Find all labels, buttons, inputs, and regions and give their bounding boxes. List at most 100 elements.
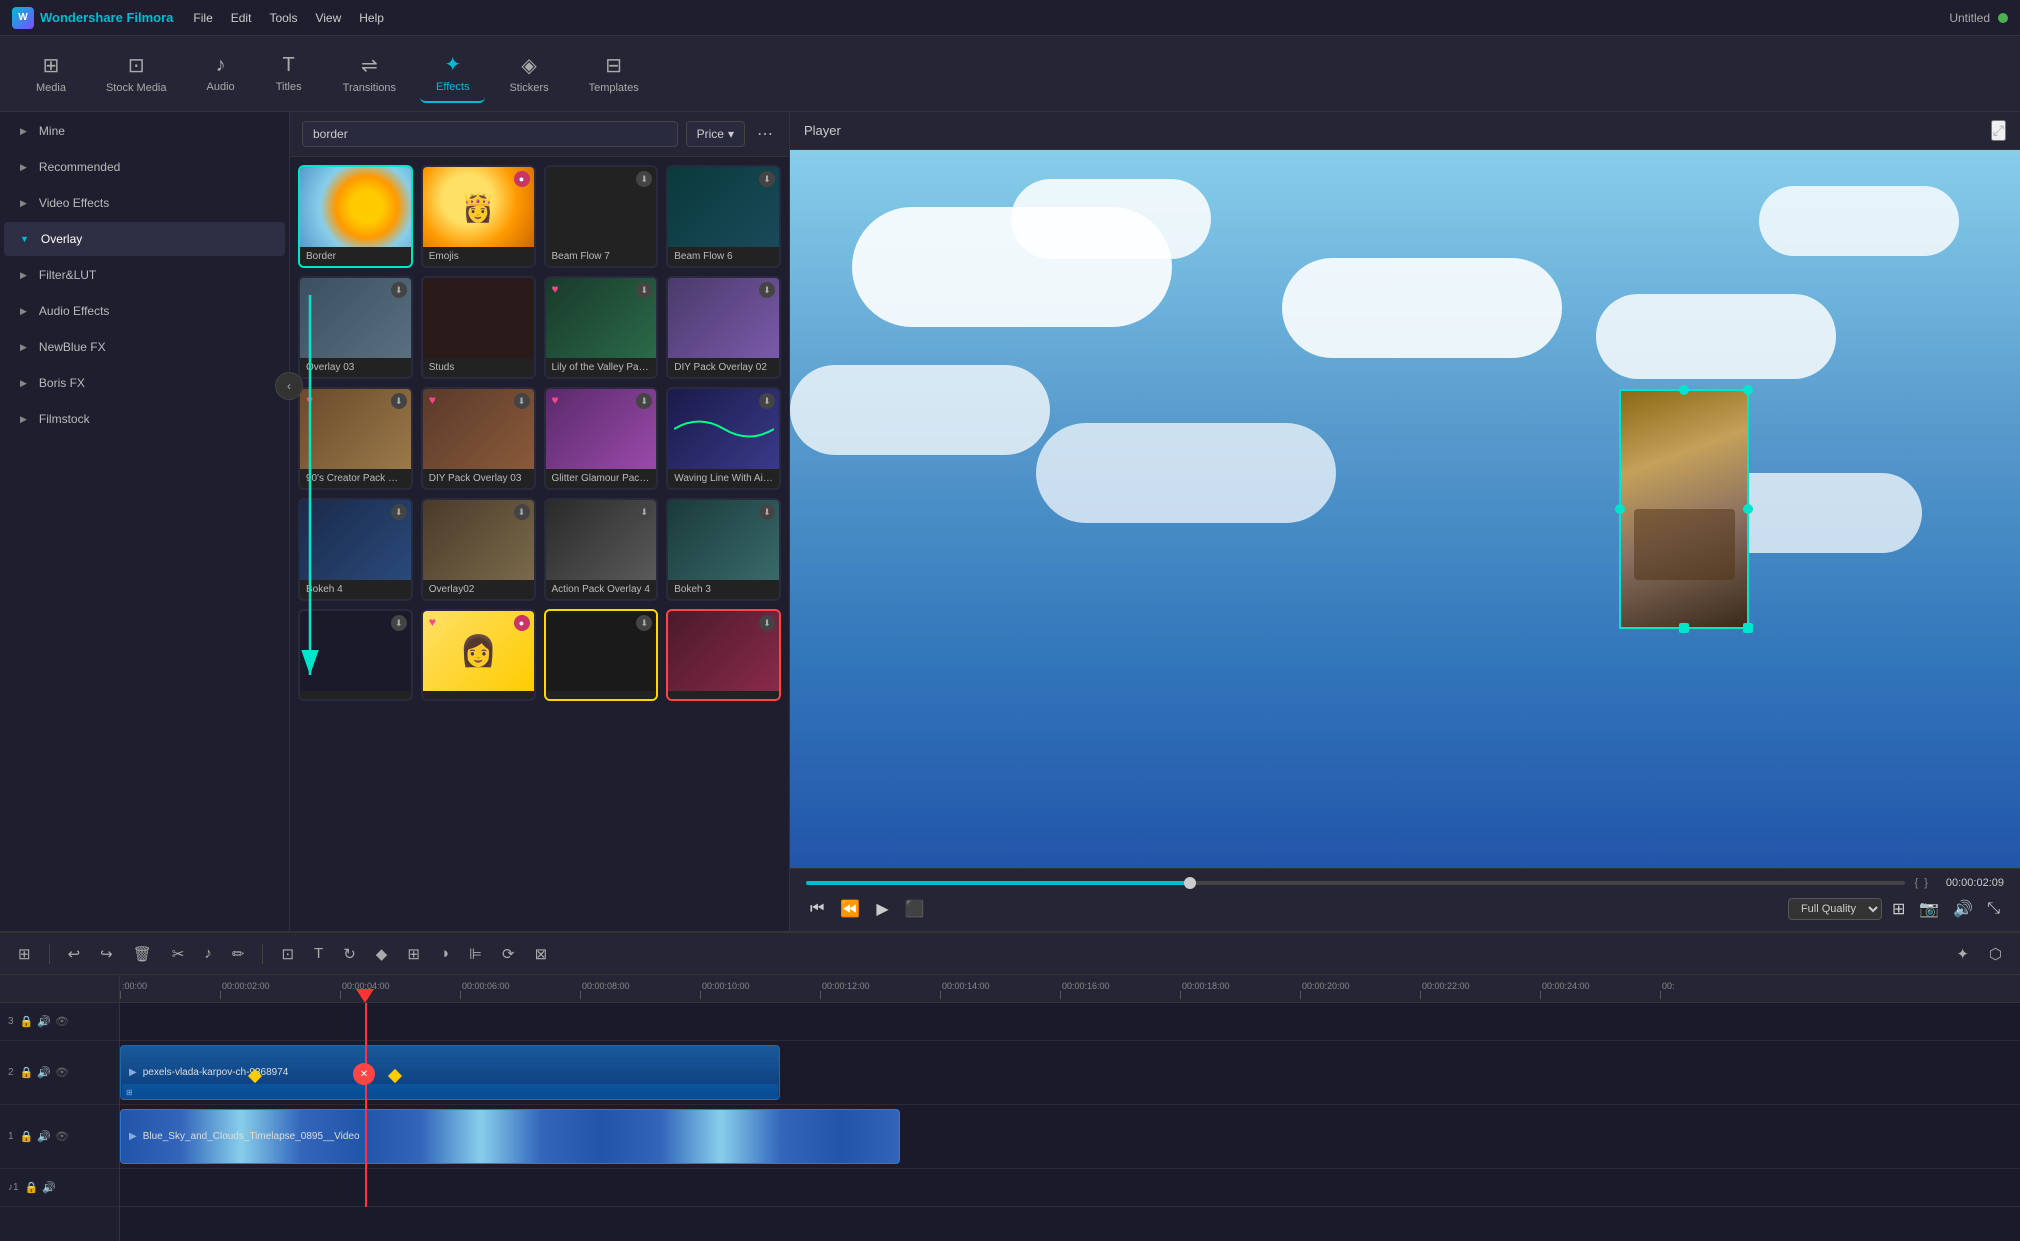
effect-card-pink[interactable]: ⬇ bbox=[666, 609, 781, 701]
effect-card-border[interactable]: Border bbox=[298, 165, 413, 268]
undo-button[interactable]: ↩ bbox=[62, 941, 87, 967]
sidebar-item-recommended[interactable]: ▶ Recommended bbox=[4, 150, 285, 184]
effect-card-emojis[interactable]: 👸 ● Emojis bbox=[421, 165, 536, 268]
effect-card-diy3[interactable]: ♥ ⬇ DIY Pack Overlay 03 bbox=[421, 387, 536, 490]
color-button[interactable]: ◑ bbox=[434, 941, 455, 966]
play-button[interactable]: ▶ bbox=[872, 895, 892, 923]
handle-bottom-center[interactable] bbox=[1679, 623, 1689, 633]
playhead[interactable]: ✕ bbox=[365, 1003, 367, 1207]
sidebar-item-mine[interactable]: ▶ Mine bbox=[4, 114, 285, 148]
track3-mute-button[interactable]: 🔊 bbox=[37, 1015, 51, 1028]
rotate-button[interactable]: ↻ bbox=[337, 941, 362, 967]
more-options-button[interactable]: ⋯ bbox=[753, 120, 777, 148]
stop-button[interactable]: ⬛ bbox=[901, 895, 929, 923]
effect-card-bokeh4[interactable]: ⬇ Bokeh 4 bbox=[298, 498, 413, 601]
toolbar-audio[interactable]: ♪ Audio bbox=[191, 46, 251, 101]
track-label-2: 2 🔒 🔊 👁 bbox=[0, 1041, 119, 1105]
keyframe-button[interactable]: ◆ bbox=[370, 941, 394, 967]
effect-card-studs[interactable]: Studs bbox=[421, 276, 536, 379]
group-button[interactable]: ⊠ bbox=[529, 941, 554, 967]
shield-button[interactable]: ⬡ bbox=[1983, 941, 2008, 967]
skip-back-button[interactable]: ⏮ bbox=[806, 896, 828, 922]
toolbar-stock-media[interactable]: ⊡ Stock Media bbox=[90, 45, 183, 102]
sidebar-item-newblue-fx[interactable]: ▶ NewBlue FX bbox=[4, 330, 285, 364]
effect-card-overlay03[interactable]: ⬇ Overlay 03 bbox=[298, 276, 413, 379]
fullscreen-button[interactable]: ⤡ bbox=[1983, 896, 2004, 922]
menu-tools[interactable]: Tools bbox=[269, 11, 297, 25]
effect-card-dark6[interactable]: ⬇ bbox=[544, 609, 659, 701]
text-button[interactable]: T bbox=[308, 941, 329, 966]
sync-button[interactable]: ⟳ bbox=[496, 941, 521, 967]
add-track-button[interactable]: ⊞ bbox=[12, 941, 37, 967]
handle-mid-left[interactable] bbox=[1615, 504, 1625, 514]
quality-selector[interactable]: Full Quality 1/2 Quality 1/4 Quality bbox=[1788, 898, 1882, 920]
sidebar-item-video-effects[interactable]: ▶ Video Effects bbox=[4, 186, 285, 220]
handle-top-right[interactable] bbox=[1743, 385, 1753, 395]
handle-bottom-right[interactable] bbox=[1743, 623, 1753, 633]
handle-top-center[interactable] bbox=[1679, 385, 1689, 395]
toolbar-effects[interactable]: ✦ Effects bbox=[420, 44, 485, 103]
effect-card-creator[interactable]: ♥ ⬇ 90's Creator Pack Ove... bbox=[298, 387, 413, 490]
track1-lock-button[interactable]: 🔒 bbox=[20, 1130, 34, 1143]
ruler-tick-3 bbox=[460, 991, 461, 999]
delete-button[interactable]: 🗑 bbox=[127, 941, 158, 967]
tracka1-lock-button[interactable]: 🔒 bbox=[25, 1181, 39, 1194]
price-filter-button[interactable]: Price ▾ bbox=[686, 121, 745, 147]
effect-card-beam-flow-7[interactable]: ⬇ Beam Flow 7 bbox=[544, 165, 659, 268]
toolbar-transitions[interactable]: ⇌ Transitions bbox=[327, 45, 412, 102]
effect-card-beam-flow-6[interactable]: ⬇ Beam Flow 6 bbox=[666, 165, 781, 268]
menu-file[interactable]: File bbox=[193, 11, 212, 25]
preview-frame[interactable] bbox=[1619, 389, 1749, 629]
effect-card-bokeh3[interactable]: ⬇ Bokeh 3 bbox=[666, 498, 781, 601]
player-expand-button[interactable]: ⤢ bbox=[1991, 120, 2006, 141]
clip-sky[interactable]: ▶ Blue_Sky_and_Clouds_Timelapse_0895__Vi… bbox=[120, 1109, 900, 1164]
effect-card-dark5[interactable]: ⬇ bbox=[298, 609, 413, 701]
sidebar-item-filter-lut[interactable]: ▶ Filter&LUT bbox=[4, 258, 285, 292]
display-mode-button[interactable]: ⊞ bbox=[1888, 895, 1909, 923]
effect-card-sunglasses[interactable]: 👩 ♥ ● bbox=[421, 609, 536, 701]
effect-card-action[interactable]: ⬇ Action Pack Overlay 4 bbox=[544, 498, 659, 601]
menu-view[interactable]: View bbox=[315, 11, 341, 25]
menu-items: File Edit Tools View Help bbox=[193, 11, 384, 25]
progress-thumb[interactable] bbox=[1184, 877, 1196, 889]
track2-eye-button[interactable]: 👁 bbox=[55, 1066, 69, 1079]
effect-card-waving[interactable]: ⬇ Waving Line With Ai P... bbox=[666, 387, 781, 490]
toolbar-media[interactable]: ⊞ Media bbox=[20, 45, 82, 102]
crop-button[interactable]: ⊡ bbox=[275, 941, 300, 967]
effect-card-glitter[interactable]: ♥ ⬇ Glitter Glamour Pack ... bbox=[544, 387, 659, 490]
pen-button[interactable]: ✏ bbox=[226, 941, 251, 967]
redo-button[interactable]: ↪ bbox=[94, 941, 119, 967]
volume-button[interactable]: 🔊 bbox=[1949, 895, 1977, 923]
settings-button[interactable]: ✦ bbox=[1950, 941, 1975, 967]
toolbar-titles[interactable]: T Titles bbox=[259, 46, 319, 101]
sidebar-item-overlay[interactable]: ▼ Overlay bbox=[4, 222, 285, 256]
tracka1-mute-button[interactable]: 🔊 bbox=[42, 1181, 56, 1194]
track2-mute-button[interactable]: 🔊 bbox=[37, 1066, 51, 1079]
track2-lock-button[interactable]: 🔒 bbox=[20, 1066, 34, 1079]
track3-eye-button[interactable]: 👁 bbox=[55, 1015, 69, 1028]
silence-button[interactable]: ♪ bbox=[198, 941, 218, 966]
toolbar-stickers[interactable]: ◈ Stickers bbox=[493, 45, 564, 102]
sidebar-item-boris-fx[interactable]: ▶ Boris FX bbox=[4, 366, 285, 400]
sidebar-item-audio-effects[interactable]: ▶ Audio Effects bbox=[4, 294, 285, 328]
sidebar-item-filmstock[interactable]: ▶ Filmstock bbox=[4, 402, 285, 436]
snapshot-button[interactable]: 📷 bbox=[1915, 895, 1943, 923]
effect-card-lily[interactable]: ♥ ⬇ Lily of the Valley Pack... bbox=[544, 276, 659, 379]
fit-button[interactable]: ⊞ bbox=[401, 941, 426, 967]
player-background bbox=[790, 150, 2020, 868]
menu-help[interactable]: Help bbox=[359, 11, 384, 25]
panel-collapse-button[interactable]: ‹ bbox=[275, 372, 303, 400]
step-back-button[interactable]: ⏪ bbox=[836, 895, 864, 923]
menu-edit[interactable]: Edit bbox=[231, 11, 252, 25]
audio-btn2[interactable]: ⊫ bbox=[463, 941, 488, 967]
effect-card-diy2[interactable]: ⬇ DIY Pack Overlay 02 bbox=[666, 276, 781, 379]
cut-button[interactable]: ✂ bbox=[166, 941, 191, 967]
progress-track[interactable] bbox=[806, 881, 1905, 885]
track1-eye-button[interactable]: 👁 bbox=[55, 1130, 69, 1143]
track3-lock-button[interactable]: 🔒 bbox=[20, 1015, 34, 1028]
handle-mid-right[interactable] bbox=[1743, 504, 1753, 514]
toolbar-templates[interactable]: ⊟ Templates bbox=[573, 45, 655, 102]
search-input[interactable] bbox=[302, 121, 678, 147]
effect-card-overlay02[interactable]: ⬇ Overlay02 bbox=[421, 498, 536, 601]
track1-mute-button[interactable]: 🔊 bbox=[37, 1130, 51, 1143]
